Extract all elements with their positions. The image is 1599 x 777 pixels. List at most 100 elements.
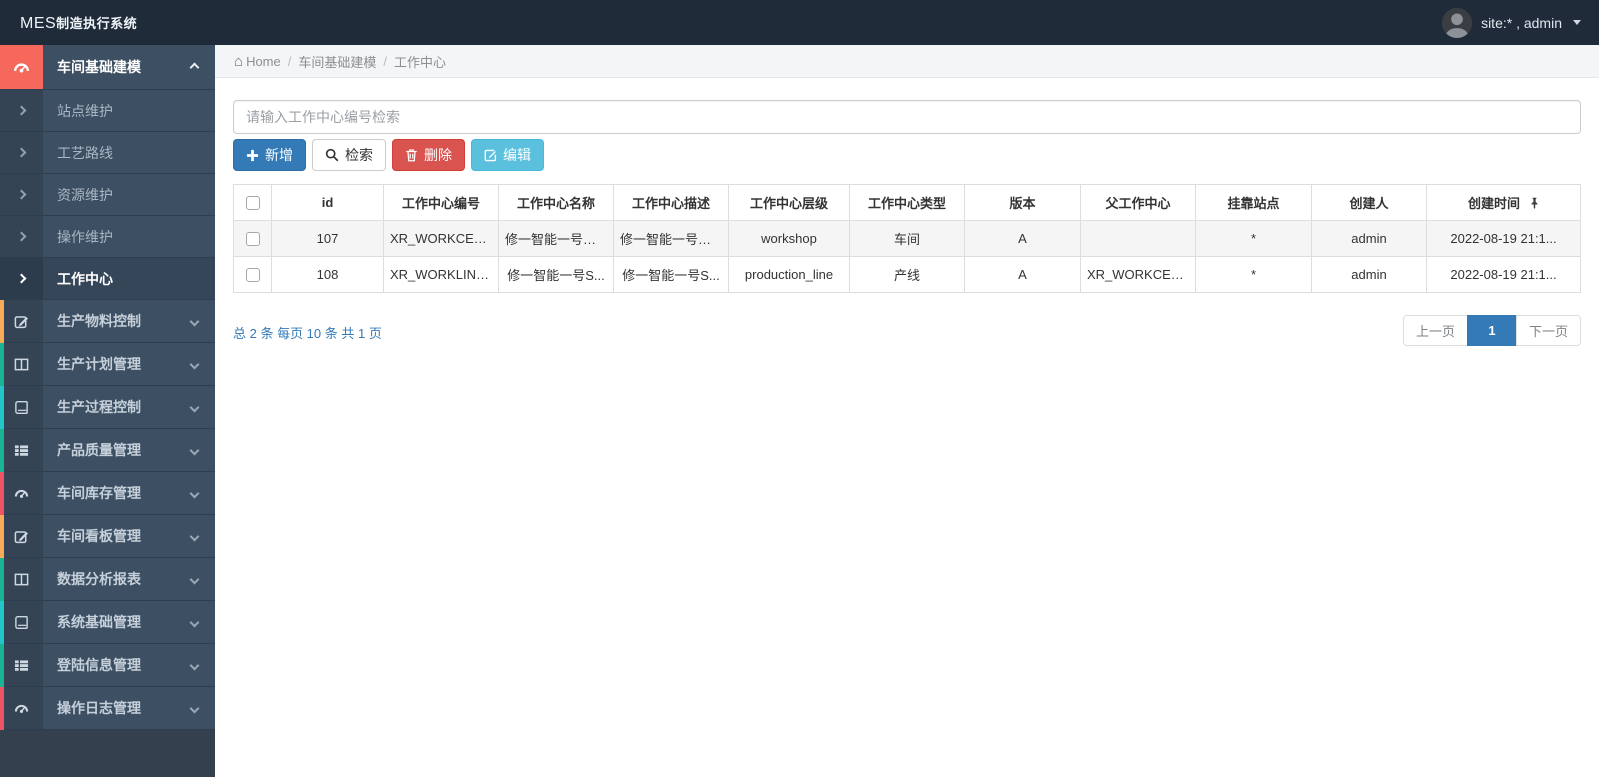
main-area: ⌂ Home / 车间基础建模 / 工作中心 新增 检索 删除 编辑 [215,45,1599,777]
sidebar-section-data-analysis-report[interactable]: 数据分析报表 [0,558,215,601]
user-label: site:* , admin [1481,14,1562,31]
search-icon [325,148,339,162]
table-cell: admin [1311,220,1427,257]
row-checkbox[interactable] [245,268,260,283]
chevron-right-icon [0,90,43,131]
column-header-station[interactable]: 挂靠站点 [1195,184,1312,221]
table-row[interactable]: 107 XR_WORKCEN... 修一智能一号车间 修一智能一号车间 work… [233,220,1581,257]
chevron-down-icon [189,402,200,412]
add-button[interactable]: 新增 [233,139,306,171]
next-page-button[interactable]: 下一页 [1515,315,1581,346]
table-cell: workshop [728,220,850,257]
sidebar-section-label: 操作日志管理 [57,700,141,716]
pagination-summary[interactable]: 总 2 条 每页 10 条 共 1 页 [233,315,382,342]
table-cell: XR_WORKCEN... [1080,256,1196,293]
table-cell: admin [1311,256,1427,293]
column-header-level[interactable]: 工作中心层级 [728,184,850,221]
sidebar-item-site-maintenance[interactable]: 站点维护 [0,90,215,132]
row-checkbox[interactable] [245,232,260,247]
sidebar-section-workshop-basic-modeling[interactable]: 车间基础建模 [0,45,215,90]
column-header-parent[interactable]: 父工作中心 [1080,184,1196,221]
chevron-down-icon [189,531,200,541]
sidebar-section-product-quality-management[interactable]: 产品质量管理 [0,429,215,472]
table-cell: 修一智能一号车间 [498,220,614,257]
sidebar-item-operation-maintenance[interactable]: 操作维护 [0,216,215,258]
chevron-down-icon [189,617,200,627]
table-row[interactable]: 108 XR_WORKLINE... 修一智能一号S... 修一智能一号S...… [233,256,1581,293]
table-cell: 车间 [849,220,965,257]
column-header-type[interactable]: 工作中心类型 [849,184,965,221]
sidebar-item-resource-maintenance[interactable]: 资源维护 [0,174,215,216]
sidebar-item-label: 站点维护 [57,102,113,119]
sidebar-section-workshop-kanban-management[interactable]: 车间看板管理 [0,515,215,558]
breadcrumb-current-page: 工作中心 [394,54,447,70]
sidebar-section-label: 车间库存管理 [57,485,141,501]
table-cell: 107 [271,220,384,257]
sidebar-item-label: 操作维护 [57,228,113,245]
book-icon [0,601,43,643]
row-select-cell [233,256,272,293]
sidebar-section-label: 生产过程控制 [57,399,141,415]
page-1-button[interactable]: 1 [1466,315,1517,346]
delete-button[interactable]: 删除 [392,139,465,171]
sidebar-item-label: 工作中心 [57,270,113,287]
sidebar-item-label: 工艺路线 [57,144,113,161]
pin-icon[interactable] [1530,197,1539,209]
content-panel: 新增 检索 删除 编辑 [215,78,1599,346]
chevron-right-icon [0,216,43,257]
edit-button[interactable]: 编辑 [471,139,544,171]
sidebar-section-system-basic-management[interactable]: 系统基础管理 [0,601,215,644]
sidebar-item-work-center[interactable]: 工作中心 [0,258,215,300]
sidebar-section-production-material-control[interactable]: 生产物料控制 [0,300,215,343]
section-color-strip [0,343,4,386]
chevron-right-icon [0,174,43,215]
table-cell: A [964,256,1081,293]
breadcrumb-home-link[interactable]: ⌂ Home [234,54,281,69]
sidebar-section-operation-log-management[interactable]: 操作日志管理 [0,687,215,730]
section-color-strip [0,386,4,429]
section-color-strip [0,558,4,601]
user-menu[interactable]: site:* , admin [1442,7,1581,38]
sidebar-section-label: 系统基础管理 [57,614,141,630]
select-all-checkbox[interactable] [245,196,260,211]
column-header-name[interactable]: 工作中心名称 [498,184,614,221]
prev-page-button[interactable]: 上一页 [1402,315,1468,346]
table-cell: 2022-08-19 21:1... [1426,256,1581,293]
section-color-strip [0,601,4,644]
pagination-row: 总 2 条 每页 10 条 共 1 页 上一页 1 下一页 [233,315,1581,346]
column-header-description[interactable]: 工作中心描述 [613,184,729,221]
gauge-icon [0,45,43,89]
sidebar-section-label: 车间基础建模 [57,59,141,75]
search-button[interactable]: 检索 [312,139,386,171]
column-header-creator[interactable]: 创建人 [1311,184,1427,221]
book-icon [0,386,43,428]
sidebar-section-login-info-management[interactable]: 登陆信息管理 [0,644,215,687]
chevron-right-icon [0,132,43,173]
column-header-version[interactable]: 版本 [964,184,1081,221]
sidebar-section-production-plan-management[interactable]: 生产计划管理 [0,343,215,386]
table-cell: A [964,220,1081,257]
column-header-code[interactable]: 工作中心编号 [383,184,499,221]
breadcrumb-separator: / [383,53,388,69]
chevron-down-icon [189,574,200,584]
column-header-id[interactable]: id [271,184,384,221]
chevron-down-icon [189,359,200,369]
column-header-created-time[interactable]: 创建时间 [1426,184,1581,221]
column-header-created-time-label: 创建时间 [1467,196,1520,211]
delete-button-label: 删除 [424,147,452,163]
section-color-strip [0,644,4,687]
table-cell: 修一智能一号S... [498,256,614,293]
list-icon [0,644,43,686]
breadcrumb-section[interactable]: 车间基础建模 [298,52,376,71]
sidebar-item-process-route[interactable]: 工艺路线 [0,132,215,174]
section-color-strip [0,687,4,730]
table-header-row: id 工作中心编号 工作中心名称 工作中心描述 工作中心层级 工作中心类型 版本… [233,184,1581,221]
table-cell: XR_WORKLINE... [383,256,499,293]
trash-icon [406,149,417,162]
plus-icon [246,149,259,161]
select-all-cell [233,184,272,221]
sidebar-section-production-process-control[interactable]: 生产过程控制 [0,386,215,429]
search-input[interactable] [233,100,1581,134]
edit-icon [0,300,43,342]
sidebar-section-workshop-inventory-management[interactable]: 车间库存管理 [0,472,215,515]
